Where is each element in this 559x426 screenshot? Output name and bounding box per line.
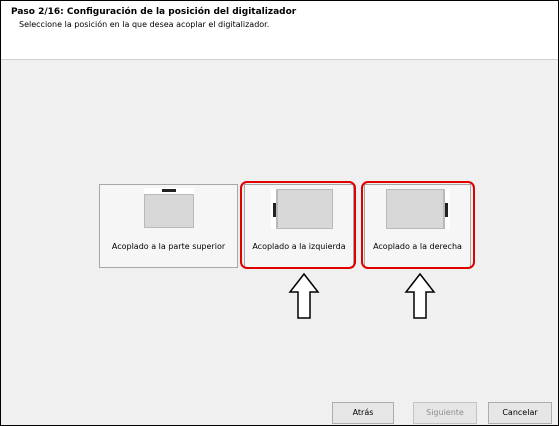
option-dock-top[interactable]: Acoplado a la parte superior [99, 184, 238, 268]
dialog-header: Paso 2/16: Configuración de la posición … [1, 1, 558, 60]
tablet-top-icon [144, 188, 194, 228]
dock-top-area [144, 188, 194, 195]
back-button[interactable]: Atrás [332, 402, 394, 424]
dock-bar-icon [162, 189, 176, 192]
option-label: Acoplado a la parte superior [111, 242, 226, 251]
cancel-button[interactable]: Cancelar [488, 402, 552, 424]
up-arrow-icon [404, 272, 436, 319]
step-instructions: Seleccione la posición en la que desea a… [19, 20, 270, 29]
next-button[interactable]: Siguiente [413, 402, 477, 424]
highlight-box-right [361, 181, 475, 269]
up-arrow-icon [288, 272, 320, 319]
highlight-box-left [240, 181, 356, 269]
step-title: Paso 2/16: Configuración de la posición … [11, 7, 297, 17]
